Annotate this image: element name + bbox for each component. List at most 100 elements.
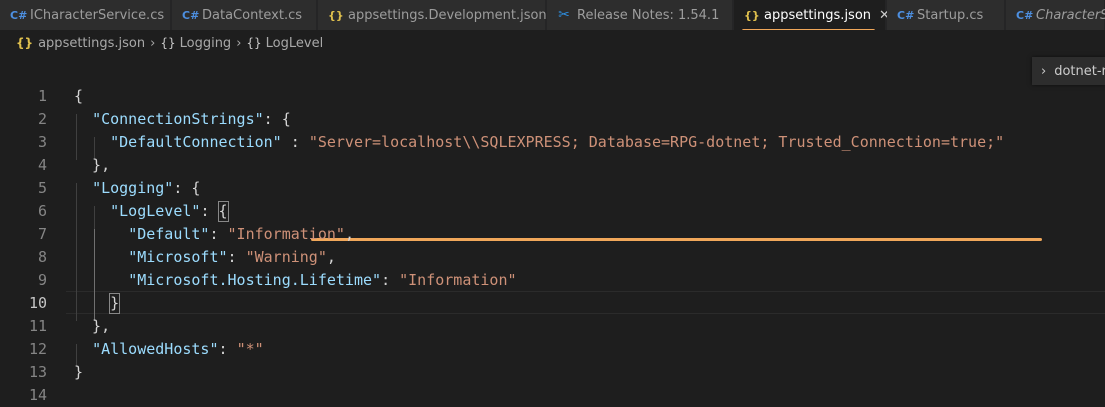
code-line[interactable]: 11 },: [0, 315, 1105, 338]
json-key: "Microsoft.Hosting.Lifetime": [128, 271, 382, 289]
line-number: 5: [37, 179, 47, 197]
json-punctuation: [74, 248, 128, 266]
code-line[interactable]: 6 "LogLevel": {: [0, 200, 1105, 223]
outline-label: dotnet-r: [1054, 63, 1105, 79]
code-line[interactable]: 12 "AllowedHosts": "*": [0, 338, 1105, 361]
code-line[interactable]: 7 "Default": "Information",: [0, 223, 1105, 246]
code-line[interactable]: 2 "ConnectionStrings": {: [0, 108, 1105, 131]
line-number: 3: [37, 133, 47, 151]
tab-label: DataContext.cs: [202, 7, 303, 23]
code-text: "DefaultConnection" : "Server=localhost\…: [74, 131, 1004, 154]
breadcrumb-file[interactable]: appsettings.json: [38, 36, 145, 51]
json-key: "DefaultConnection": [110, 133, 282, 151]
code-editor[interactable]: 1{2 "ConnectionStrings": {3 "DefaultConn…: [0, 86, 1105, 405]
code-text: "Default": "Information",: [74, 223, 354, 246]
code-line[interactable]: 1{: [0, 85, 1105, 108]
outline-widget[interactable]: › dotnet-r: [1032, 57, 1105, 85]
code-line[interactable]: 10 }: [0, 292, 1105, 315]
json-punctuation: },: [74, 317, 111, 335]
tab-release-notes[interactable]: ✂ Release Notes: 1.54.1: [547, 0, 733, 30]
code-line[interactable]: 13}: [0, 361, 1105, 384]
line-number: 7: [37, 225, 47, 243]
line-number: 9: [37, 271, 47, 289]
json-icon: {}: [328, 8, 344, 22]
object-icon: {}: [160, 36, 176, 50]
line-number: 8: [37, 248, 47, 266]
code-line[interactable]: 4 },: [0, 154, 1105, 177]
vscode-icon: ✂: [558, 7, 570, 23]
code-text: "LogLevel": {: [74, 200, 229, 223]
code-text: "Microsoft.Hosting.Lifetime": "Informati…: [74, 269, 517, 292]
code-text: }: [74, 361, 83, 384]
json-icon: {}: [744, 8, 760, 22]
line-number: 12: [28, 340, 47, 358]
json-punctuation: :: [209, 225, 228, 243]
json-punctuation: [74, 133, 110, 151]
code-text: }: [74, 292, 121, 315]
code-line[interactable]: 5 "Logging": {: [0, 177, 1105, 200]
tab-datacontext[interactable]: C# DataContext.cs: [172, 0, 317, 30]
code-line[interactable]: 9 "Microsoft.Hosting.Lifetime": "Informa…: [0, 269, 1105, 292]
csharp-icon: C#: [1016, 8, 1034, 22]
tab-startup[interactable]: C# Startup.cs: [887, 0, 1005, 30]
tab-appsettings-development[interactable]: {} appsettings.Development.json: [318, 0, 547, 30]
json-key: "Microsoft": [128, 248, 228, 266]
object-icon: {}: [246, 36, 262, 50]
json-punctuation: : {: [173, 179, 201, 197]
json-punctuation: [74, 340, 92, 358]
code-text: "Logging": {: [74, 177, 200, 200]
json-key: "Default": [128, 225, 210, 243]
json-punctuation: [74, 179, 92, 197]
tab-label: CharacterSe: [1036, 7, 1105, 23]
code-line[interactable]: 14: [0, 384, 1105, 407]
tab-characterservice[interactable]: C# CharacterSe: [1006, 0, 1105, 30]
json-key: "ConnectionStrings": [92, 110, 264, 128]
json-punctuation: ,: [344, 225, 354, 243]
chevron-right-icon: ›: [150, 35, 156, 51]
line-number: 11: [28, 317, 47, 335]
line-number: 10: [28, 294, 47, 312]
tab-bar: C# ICharacterService.cs C# DataContext.c…: [0, 0, 1105, 30]
code-line[interactable]: 3 "DefaultConnection" : "Server=localhos…: [0, 131, 1105, 154]
code-text: "ConnectionStrings": {: [74, 108, 291, 131]
json-punctuation: :: [218, 340, 237, 358]
code-text: },: [74, 315, 110, 338]
breadcrumb-logging[interactable]: Logging: [180, 36, 232, 51]
chevron-right-icon: ›: [1041, 63, 1047, 79]
json-punctuation: [74, 271, 128, 289]
json-punctuation: :: [200, 202, 219, 220]
json-punctuation: },: [74, 156, 111, 174]
code-text: "Microsoft": "Warning",: [74, 246, 336, 269]
tab-label: appsettings.json: [764, 7, 872, 23]
active-tab-highlight: [742, 29, 875, 30]
json-punctuation: }: [74, 363, 84, 381]
code-text: },: [74, 154, 110, 177]
breadcrumb: {} appsettings.json › {} Logging › {} Lo…: [0, 32, 1105, 54]
matched-bracket: }: [109, 293, 121, 314]
json-key: "AllowedHosts": [92, 340, 219, 358]
line-number: 14: [28, 386, 47, 404]
json-string: "Information": [399, 271, 517, 289]
json-string: "*": [236, 340, 264, 358]
json-string: "Server=localhost\\SQLEXPRESS; Database=…: [308, 133, 1005, 151]
code-line[interactable]: 8 "Microsoft": "Warning",: [0, 246, 1105, 269]
code-text: {: [74, 85, 83, 108]
matched-bracket: {: [217, 201, 229, 222]
tab-label: Release Notes: 1.54.1: [577, 7, 720, 23]
csharp-icon: C#: [897, 8, 915, 22]
json-punctuation: [74, 110, 92, 128]
line-number: 4: [37, 156, 47, 174]
json-punctuation: [74, 225, 128, 243]
code-text: "AllowedHosts": "*": [74, 338, 264, 361]
tab-label: ICharacterService.cs: [30, 7, 165, 23]
chevron-right-icon: ›: [236, 35, 242, 51]
breadcrumb-loglevel[interactable]: LogLevel: [266, 36, 324, 51]
json-key: "LogLevel": [110, 202, 201, 220]
json-string: "Information": [227, 225, 345, 243]
json-punctuation: {: [74, 87, 84, 105]
tab-appsettings[interactable]: {} appsettings.json ✕: [734, 0, 890, 30]
line-number: 13: [28, 363, 47, 381]
line-number: 6: [37, 202, 47, 220]
tab-icharacterservice[interactable]: C# ICharacterService.cs: [0, 0, 171, 30]
json-key: "Logging": [92, 179, 174, 197]
